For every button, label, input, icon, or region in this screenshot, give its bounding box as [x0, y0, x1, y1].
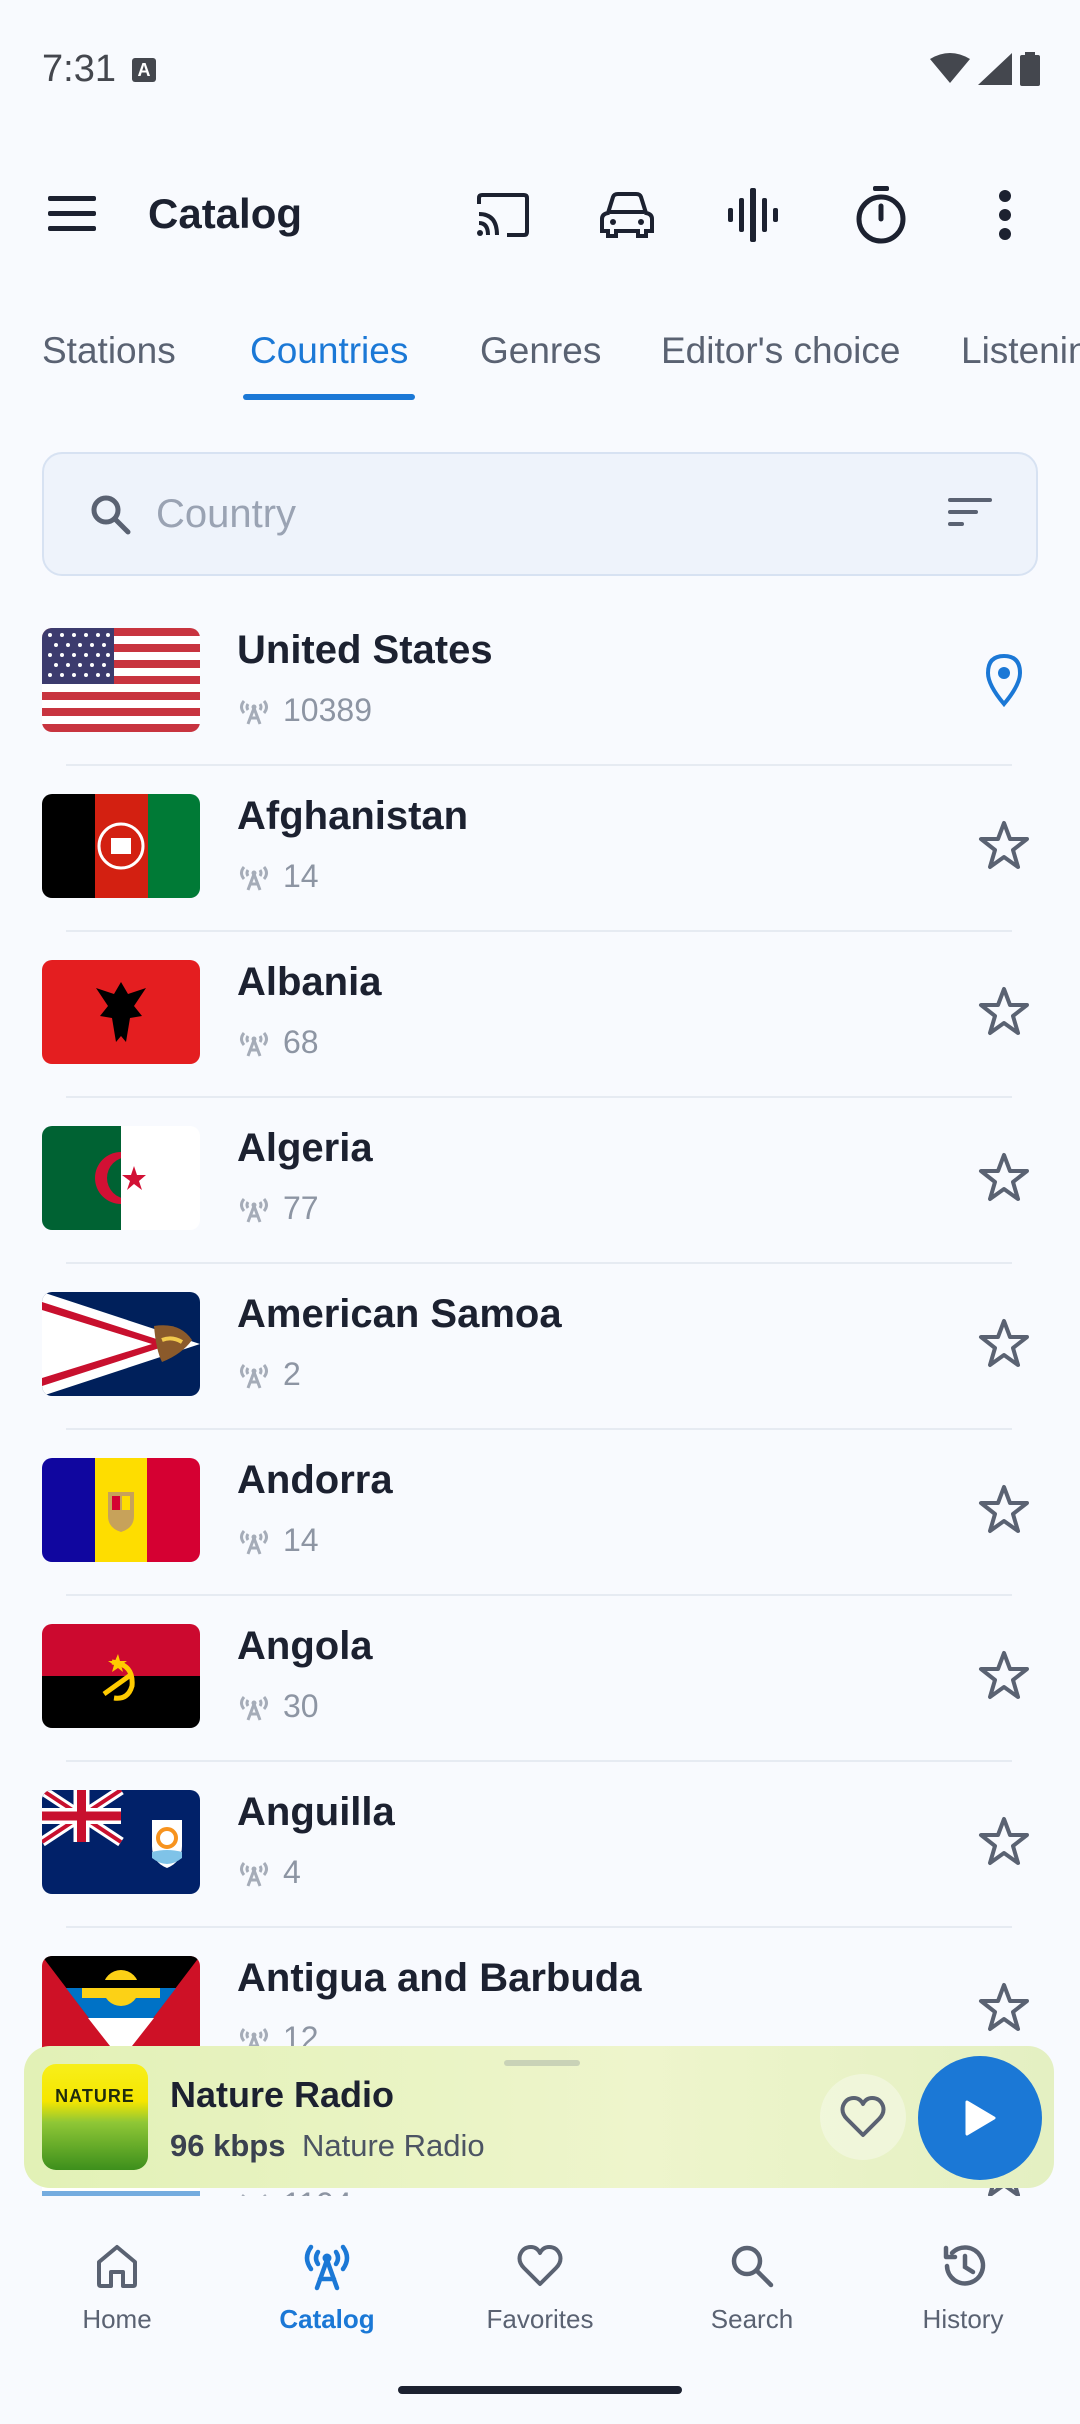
nav-search[interactable]: Search — [652, 2236, 852, 2335]
country-name: Afghanistan — [237, 794, 469, 838]
timer-icon[interactable] — [846, 180, 916, 250]
country-name: Albania — [237, 960, 382, 1004]
country-row-albania[interactable]: Albania 68 — [0, 932, 1080, 1098]
antenna-icon — [240, 699, 268, 725]
star-outline-icon[interactable] — [976, 818, 1032, 874]
notification-icon: A — [132, 58, 156, 82]
mini-player[interactable]: NATURE Nature Radio 96 kbps Nature Radio — [24, 2046, 1054, 2188]
station-count: 10389 — [237, 692, 372, 729]
station-count: 77 — [237, 1190, 319, 1227]
player-bitrate: 96 kbps — [170, 2128, 286, 2163]
gesture-home-indicator[interactable] — [398, 2386, 682, 2394]
signal-icon — [978, 53, 1012, 85]
wifi-icon — [930, 53, 970, 83]
station-count: 2 — [237, 1356, 301, 1393]
more-vert-icon[interactable] — [970, 180, 1040, 250]
country-name: Anguilla — [237, 1790, 395, 1834]
tab-stations[interactable]: Stations — [42, 330, 176, 372]
battery-icon — [1020, 52, 1040, 86]
antenna-icon — [240, 1031, 268, 1057]
flag-dz — [42, 1126, 200, 1230]
flag-us — [42, 628, 200, 732]
app-bar: Catalog — [0, 150, 1080, 280]
tab-bar: Stations Countries Genres Editor's choic… — [0, 290, 1080, 410]
tab-countries[interactable]: Countries — [250, 330, 408, 372]
home-icon — [97, 2245, 137, 2288]
drag-handle[interactable] — [504, 2060, 580, 2066]
search-icon — [91, 495, 131, 535]
station-count: 14 — [237, 858, 319, 895]
station-count: 68 — [237, 1024, 319, 1061]
nav-history[interactable]: History — [863, 2236, 1063, 2335]
flag-as — [42, 1292, 200, 1396]
nav-catalog[interactable]: Catalog — [227, 2236, 427, 2335]
country-name: Algeria — [237, 1126, 373, 1170]
country-search-box — [42, 452, 1038, 576]
flag-ao — [42, 1624, 200, 1728]
tab-indicator — [243, 394, 415, 400]
station-count: 4 — [237, 1854, 301, 1891]
star-outline-icon[interactable] — [976, 1814, 1032, 1870]
nav-home[interactable]: Home — [17, 2236, 217, 2335]
country-row-angola[interactable]: Angola 30 — [0, 1596, 1080, 1762]
star-outline-icon[interactable] — [976, 1980, 1032, 2036]
country-name: Andorra — [237, 1458, 393, 1502]
car-icon[interactable] — [592, 180, 662, 250]
status-bar: 7:31 A — [0, 0, 1080, 140]
station-artwork: NATURE — [42, 2064, 148, 2170]
menu-icon[interactable] — [46, 192, 98, 236]
nav-favorites[interactable]: Favorites — [440, 2236, 640, 2335]
search-icon — [731, 2245, 774, 2288]
country-row-american-samoa[interactable]: American Samoa 2 — [0, 1264, 1080, 1430]
flag-al — [42, 960, 200, 1064]
flag-ai — [42, 1790, 200, 1894]
flag-ad — [42, 1458, 200, 1562]
country-row-andorra[interactable]: Andorra 14 — [0, 1430, 1080, 1596]
heart-icon — [840, 2096, 886, 2137]
star-outline-icon[interactable] — [976, 984, 1032, 1040]
status-time: 7:31 — [42, 48, 116, 90]
star-outline-icon[interactable] — [976, 1482, 1032, 1538]
station-count: 30 — [237, 1688, 319, 1725]
antenna-icon — [240, 1529, 268, 1555]
antenna-icon — [240, 1363, 268, 1389]
star-outline-icon[interactable] — [976, 1648, 1032, 1704]
antenna-icon — [240, 1197, 268, 1223]
player-subtitle: Nature Radio — [302, 2128, 485, 2163]
country-row-algeria[interactable]: Algeria 77 — [0, 1098, 1080, 1264]
sort-filter-icon[interactable] — [948, 496, 992, 528]
favorite-button[interactable] — [820, 2074, 906, 2160]
player-station-name: Nature Radio — [170, 2074, 395, 2115]
country-row-united-states[interactable]: United States 10389 — [0, 600, 1080, 766]
antenna-icon — [240, 865, 268, 891]
flag-ag — [42, 1956, 200, 2060]
tab-editors-choice[interactable]: Editor's choice — [661, 330, 900, 372]
play-icon — [965, 2100, 996, 2136]
country-row-afghanistan[interactable]: Afghanistan 14 — [0, 766, 1080, 932]
star-outline-icon[interactable] — [976, 1150, 1032, 1206]
status-icons — [930, 52, 1040, 86]
antenna-icon — [240, 1695, 268, 1721]
star-outline-icon[interactable] — [976, 1316, 1032, 1372]
flag-af — [42, 794, 200, 898]
country-search-input[interactable] — [156, 478, 856, 550]
antenna-icon — [304, 2244, 350, 2291]
station-count: 14 — [237, 1522, 319, 1559]
country-row-anguilla[interactable]: Anguilla 4 — [0, 1762, 1080, 1928]
cast-icon[interactable] — [468, 180, 538, 250]
equalizer-icon[interactable] — [718, 180, 788, 250]
play-button[interactable] — [918, 2056, 1042, 2180]
country-name: Antigua and Barbuda — [237, 1956, 642, 2000]
country-name: American Samoa — [237, 1292, 562, 1336]
tab-genres[interactable]: Genres — [480, 330, 601, 372]
antenna-icon — [240, 1861, 268, 1887]
country-name: United States — [237, 628, 493, 672]
tab-listening[interactable]: Listening — [961, 330, 1080, 372]
history-icon — [943, 2245, 986, 2286]
country-name: Angola — [237, 1624, 373, 1668]
page-title: Catalog — [148, 190, 303, 237]
heart-icon — [517, 2245, 563, 2286]
location-pin-icon[interactable] — [976, 652, 1032, 708]
